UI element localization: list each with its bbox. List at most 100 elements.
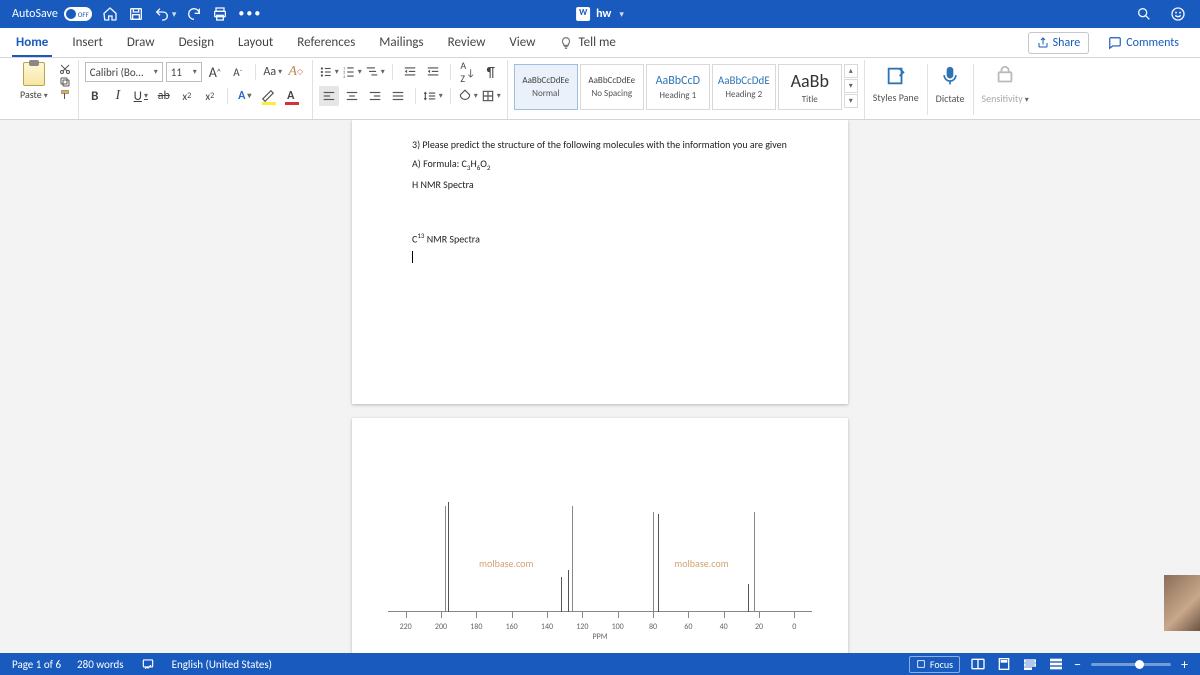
copy-icon[interactable] bbox=[58, 76, 72, 88]
page-2[interactable]: PPM 220200180160140120100806040200molbas… bbox=[352, 418, 848, 653]
shrink-font-icon[interactable]: Aˇ bbox=[228, 62, 248, 82]
bold-button[interactable]: B bbox=[85, 86, 105, 106]
tell-me-search[interactable]: Tell me bbox=[547, 28, 627, 57]
style-normal[interactable]: AaBbCcDdEeNormal bbox=[514, 64, 578, 110]
paste-label: Paste bbox=[20, 88, 48, 101]
strikethrough-button[interactable]: ab bbox=[154, 86, 174, 106]
zoom-in-button[interactable]: + bbox=[1181, 656, 1188, 673]
line-spacing-button[interactable] bbox=[423, 86, 443, 106]
decrease-indent-button[interactable] bbox=[400, 62, 420, 82]
align-right-button[interactable] bbox=[365, 86, 385, 106]
read-mode-icon[interactable] bbox=[970, 656, 986, 672]
focus-mode-button[interactable]: Focus bbox=[909, 656, 960, 673]
subscript-button[interactable]: x2 bbox=[177, 86, 197, 106]
web-layout-icon[interactable] bbox=[1022, 656, 1038, 672]
borders-button[interactable] bbox=[481, 86, 501, 106]
outline-icon[interactable] bbox=[1048, 656, 1064, 672]
status-language[interactable]: English (United States) bbox=[172, 658, 272, 671]
tab-design[interactable]: Design bbox=[167, 28, 226, 57]
tab-layout[interactable]: Layout bbox=[226, 28, 285, 57]
tab-review[interactable]: Review bbox=[436, 28, 498, 57]
clear-format-icon[interactable]: A◇ bbox=[286, 62, 306, 82]
home-icon[interactable] bbox=[102, 6, 118, 22]
align-left-button[interactable] bbox=[319, 86, 339, 106]
status-words[interactable]: 280 words bbox=[77, 658, 124, 671]
tab-draw[interactable]: Draw bbox=[115, 28, 167, 57]
comments-button[interactable]: Comments bbox=[1099, 32, 1188, 54]
format-painter-icon[interactable] bbox=[58, 89, 72, 101]
highlight-button[interactable] bbox=[258, 86, 278, 106]
paste-button[interactable]: Paste bbox=[14, 62, 54, 101]
sensitivity-icon bbox=[994, 65, 1016, 87]
style-heading-2[interactable]: AaBbCcDdEHeading 2 bbox=[712, 64, 776, 110]
bullets-button[interactable] bbox=[319, 62, 339, 82]
text-cursor bbox=[412, 251, 788, 266]
tab-view[interactable]: View bbox=[497, 28, 547, 57]
cut-icon[interactable] bbox=[58, 63, 72, 75]
increase-indent-button[interactable] bbox=[423, 62, 443, 82]
document-title[interactable]: hw ▾ bbox=[576, 7, 624, 21]
show-marks-button[interactable]: ¶ bbox=[481, 62, 501, 82]
styles-gallery-nav[interactable]: ▴▾▾ bbox=[844, 64, 858, 108]
doc-line-hnmr: H NMR Spectra bbox=[412, 178, 788, 191]
sort-button[interactable]: AZ↓ bbox=[458, 62, 478, 82]
dictate-button[interactable]: Dictate bbox=[928, 60, 973, 119]
autosave-toggle[interactable]: AutoSave OFF bbox=[12, 7, 92, 21]
justify-button[interactable] bbox=[388, 86, 408, 106]
grow-font-icon[interactable]: A^ bbox=[205, 62, 225, 82]
style-heading-1[interactable]: AaBbCcDHeading 1 bbox=[646, 64, 710, 110]
superscript-button[interactable]: x2 bbox=[200, 86, 220, 106]
more-icon[interactable]: ••• bbox=[238, 7, 262, 21]
font-size-select[interactable]: 11▾ bbox=[166, 62, 202, 82]
change-case-button[interactable]: Aa bbox=[263, 62, 283, 82]
zoom-out-button[interactable]: − bbox=[1074, 656, 1081, 673]
undo-button[interactable]: ▾ bbox=[154, 6, 177, 22]
ribbon: Paste Calibri (Bo…▾ 11▾ A^ Aˇ Aa A◇ B I … bbox=[0, 58, 1200, 120]
text-effects-button[interactable]: A bbox=[235, 86, 255, 106]
styles-pane-icon bbox=[885, 65, 907, 87]
doc-line-c13nmr: C13 NMR Spectra bbox=[412, 231, 788, 245]
lightbulb-icon bbox=[559, 36, 573, 50]
style-title[interactable]: AaBbTitle bbox=[778, 64, 842, 110]
document-canvas[interactable]: 3) Please predict the structure of the f… bbox=[0, 120, 1200, 653]
spellcheck-icon[interactable] bbox=[140, 656, 156, 672]
style-no-spacing[interactable]: AaBbCcDdEeNo Spacing bbox=[580, 64, 644, 110]
redo-icon[interactable] bbox=[186, 6, 202, 22]
font-color-button[interactable]: A bbox=[281, 86, 301, 106]
print-layout-icon[interactable] bbox=[996, 656, 1012, 672]
tab-insert[interactable]: Insert bbox=[60, 28, 115, 57]
tab-home[interactable]: Home bbox=[4, 28, 60, 57]
smiley-icon[interactable] bbox=[1170, 6, 1186, 22]
undo-icon bbox=[154, 6, 170, 22]
doc-line-formula: A) Formula: C3H6O2 bbox=[412, 157, 788, 172]
word-app-icon bbox=[576, 7, 590, 21]
font-name-select[interactable]: Calibri (Bo…▾ bbox=[85, 62, 163, 82]
group-clipboard: Paste bbox=[8, 60, 79, 119]
doc-line-question: 3) Please predict the structure of the f… bbox=[412, 138, 788, 151]
status-page[interactable]: Page 1 of 6 bbox=[12, 658, 61, 671]
align-center-button[interactable] bbox=[342, 86, 362, 106]
microphone-icon bbox=[940, 64, 960, 88]
group-paragraph: 123 AZ↓ ¶ bbox=[313, 60, 508, 119]
save-icon[interactable] bbox=[128, 6, 144, 22]
numbering-button[interactable]: 123 bbox=[342, 62, 362, 82]
multilevel-button[interactable] bbox=[365, 62, 385, 82]
italic-button[interactable]: I bbox=[108, 86, 128, 106]
zoom-slider[interactable] bbox=[1091, 663, 1171, 666]
autosave-state: OFF bbox=[78, 10, 89, 19]
clipboard-icon bbox=[23, 62, 45, 86]
underline-button[interactable]: U bbox=[131, 86, 151, 106]
search-icon[interactable] bbox=[1136, 6, 1152, 22]
ppm-axis-label: PPM bbox=[592, 632, 607, 642]
share-button[interactable]: Share bbox=[1028, 32, 1090, 54]
sensitivity-button[interactable]: Sensitivity bbox=[974, 60, 1037, 119]
status-bar: Page 1 of 6 280 words English (United St… bbox=[0, 653, 1200, 675]
tab-references[interactable]: References bbox=[285, 28, 367, 57]
picture-in-picture[interactable] bbox=[1164, 575, 1200, 631]
tab-mailings[interactable]: Mailings bbox=[367, 28, 435, 57]
print-icon[interactable] bbox=[212, 6, 228, 22]
shading-button[interactable] bbox=[458, 86, 478, 106]
page-1[interactable]: 3) Please predict the structure of the f… bbox=[352, 120, 848, 404]
styles-pane-button[interactable]: Styles Pane bbox=[865, 60, 927, 119]
group-styles: AaBbCcDdEeNormal AaBbCcDdEeNo Spacing Aa… bbox=[508, 60, 865, 119]
